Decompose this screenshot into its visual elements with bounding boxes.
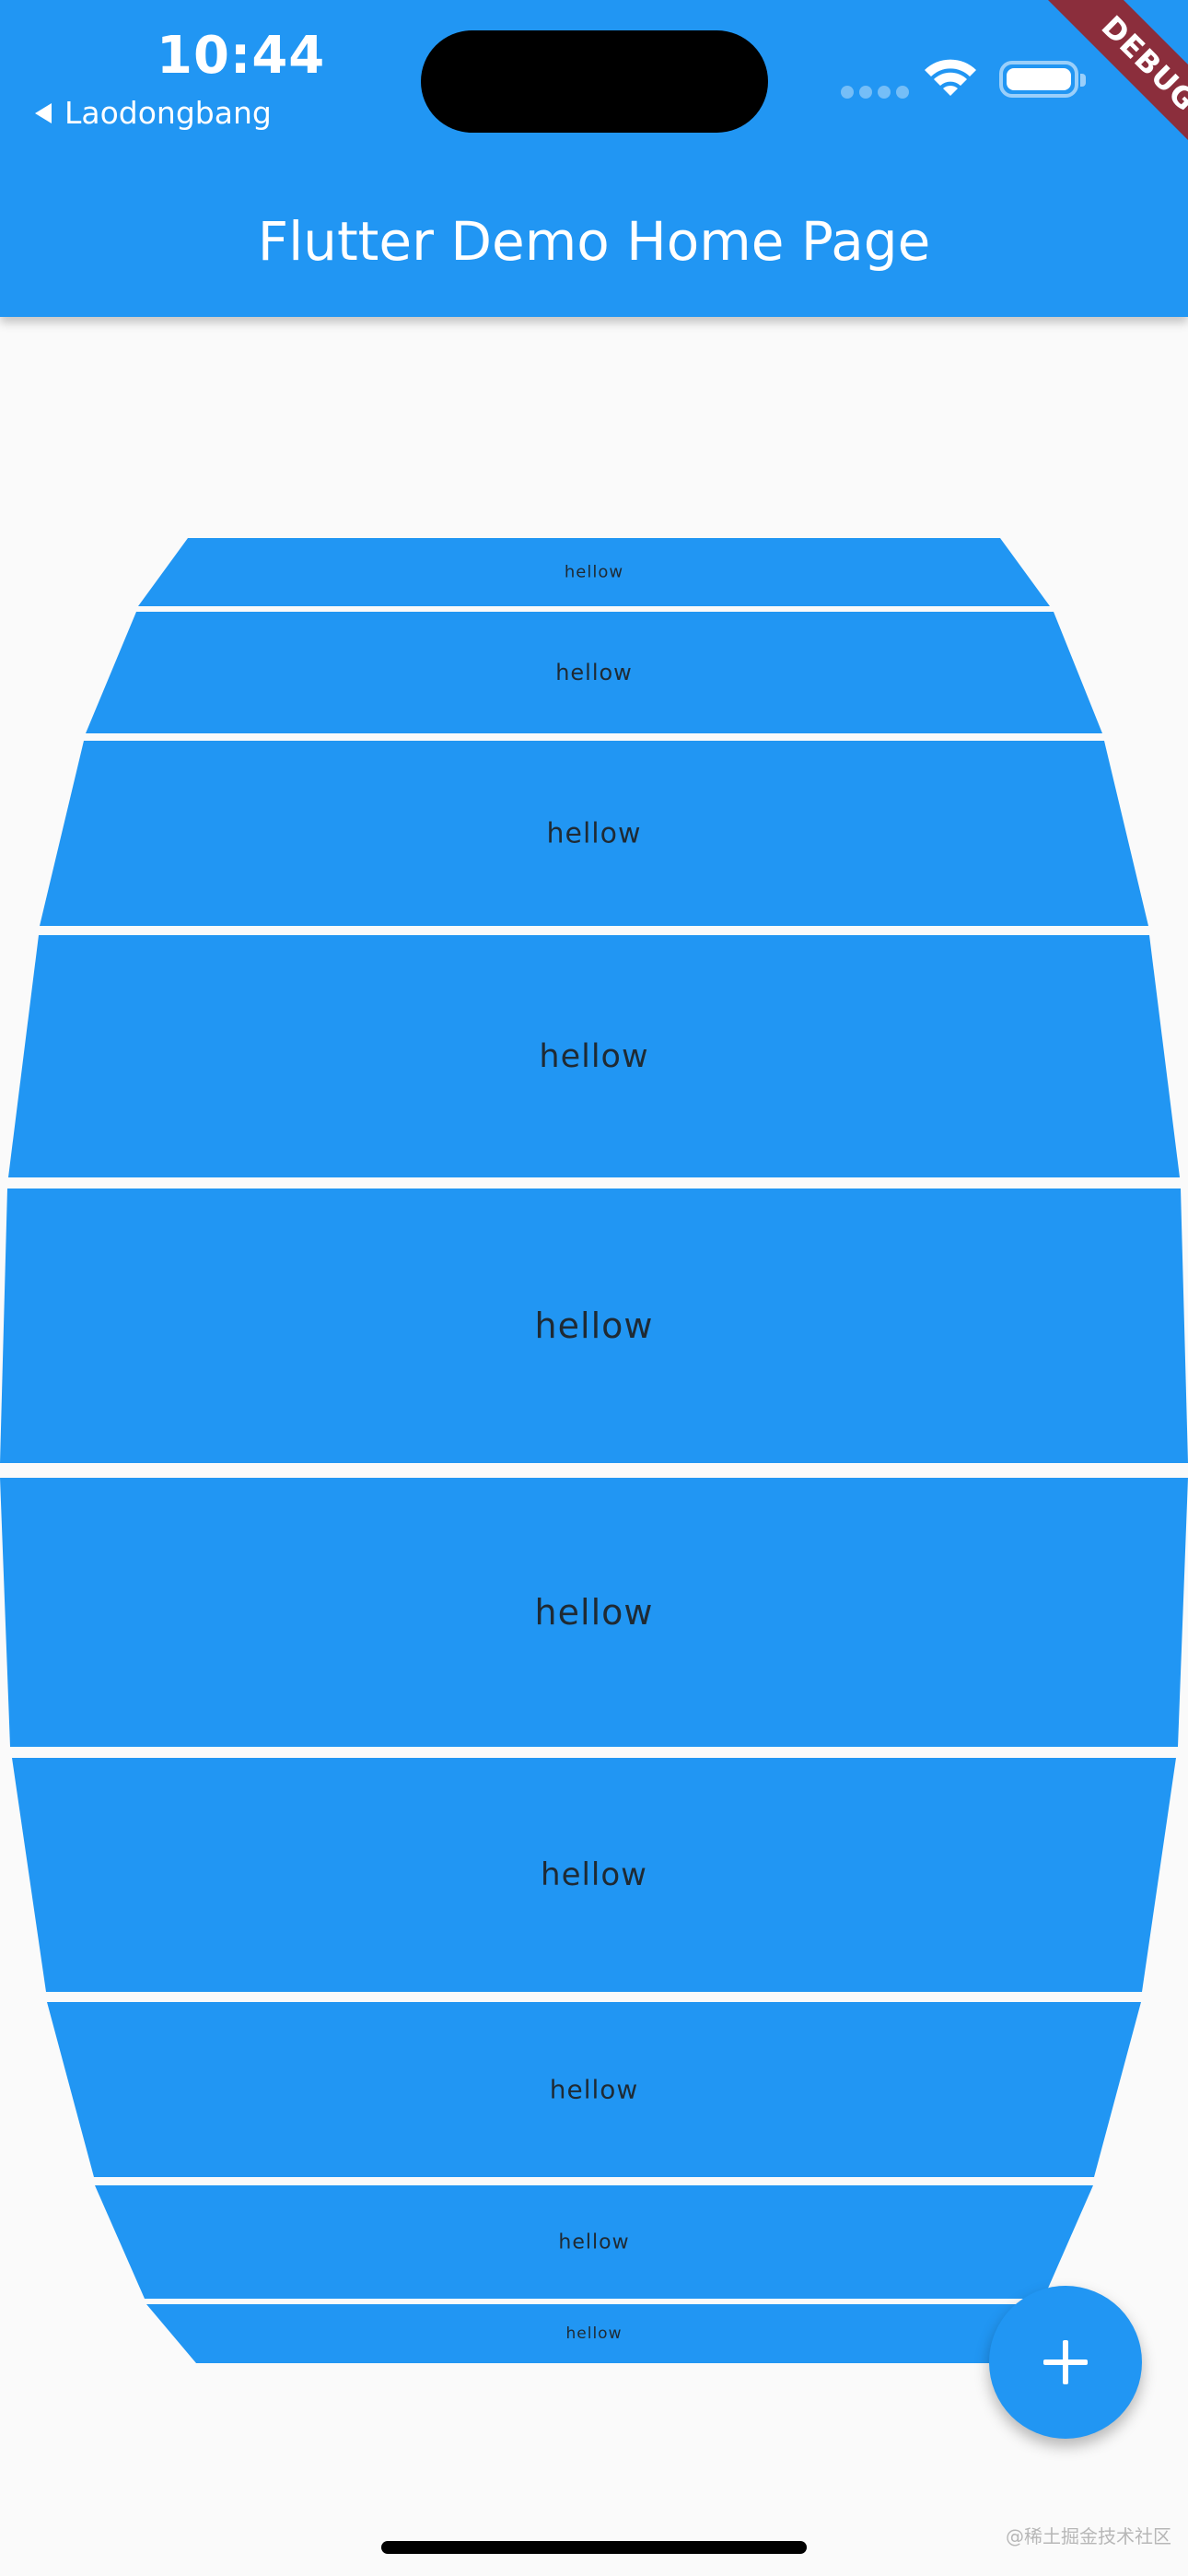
back-app-label: Laodongbang <box>64 95 272 131</box>
list-item-label: hellow <box>534 1592 654 1633</box>
dynamic-island <box>421 30 768 133</box>
wifi-icon <box>925 59 976 96</box>
app-bar: 10:44 Laodongbang Flutter Demo Home Page… <box>0 0 1188 317</box>
back-to-app-link[interactable]: Laodongbang <box>35 95 272 131</box>
battery-icon <box>999 61 1086 98</box>
back-triangle-icon <box>35 102 52 123</box>
list-item-label: hellow <box>539 1037 649 1075</box>
cellular-signal-icon <box>841 86 909 99</box>
status-time: 10:44 <box>157 26 326 86</box>
add-icon <box>1043 2340 1088 2384</box>
barrel-list-shapes <box>0 538 1188 2363</box>
barrel-list[interactable]: hellow hellow hellow hellow hellow hellow hell… <box>0 0 1188 2576</box>
add-button[interactable] <box>989 2286 1142 2439</box>
list-item-label: hellow <box>541 1856 647 1893</box>
list-item-label: hellow <box>558 2231 630 2254</box>
list-item-label: hellow <box>534 1306 654 1346</box>
list-item-label: hellow <box>549 2074 639 2105</box>
list-item-label: hellow <box>546 817 642 849</box>
page-title: Flutter Demo Home Page <box>257 210 931 273</box>
list-item-label: hellow <box>564 562 624 582</box>
list-item-label: hellow <box>555 660 633 685</box>
